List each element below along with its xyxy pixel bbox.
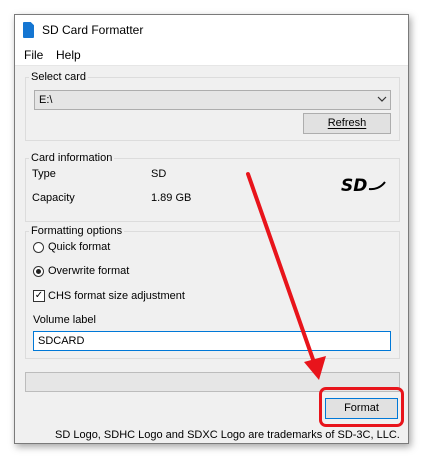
annotation-arrow-icon — [246, 172, 326, 380]
